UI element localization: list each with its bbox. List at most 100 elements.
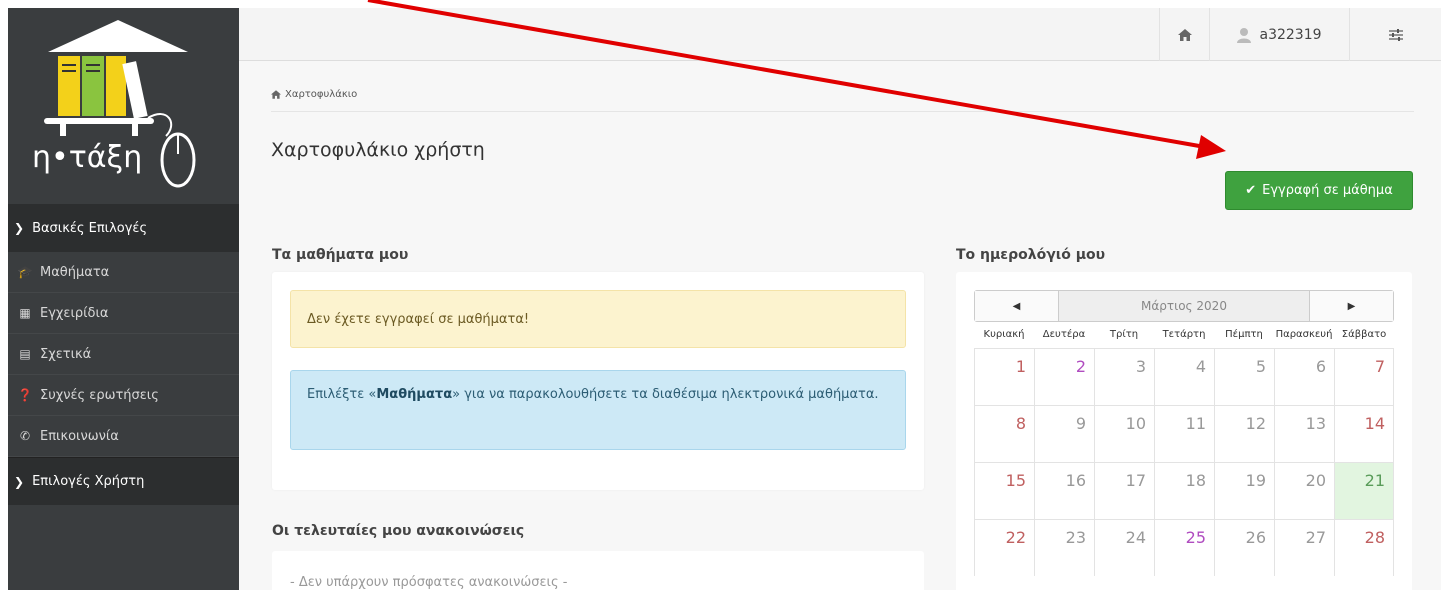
home-icon <box>1177 28 1192 41</box>
sidebar-item-label: Επικοινωνία <box>40 428 119 444</box>
breadcrumb-item[interactable]: Χαρτοφυλάκιο <box>285 89 357 100</box>
courses-heading: Τα μαθήματα μου <box>272 247 409 263</box>
sliders-icon <box>1388 28 1403 41</box>
card-icon: ▤ <box>19 347 31 361</box>
sidebar-item-label: Συχνές ερωτήσεις <box>40 387 159 403</box>
weekday-label: Σάββατο <box>1341 329 1387 340</box>
sidebar-item-about[interactable]: ▤ Σχετικά <box>8 334 239 375</box>
calendar-day[interactable]: 16 <box>1034 462 1094 519</box>
sidebar-item-faq[interactable]: ❓ Συχνές ερωτήσεις <box>8 375 239 416</box>
calendar-day[interactable]: 6 <box>1274 348 1334 405</box>
sidebar-item-courses[interactable]: 🎓 Μαθήματα <box>8 252 239 293</box>
calendar-heading: Το ημερολόγιό μου <box>956 247 1106 263</box>
section-user-options[interactable]: ❯ Επιλογές Χρήστη <box>8 457 239 505</box>
weekday-label: Κυριακή <box>983 329 1025 340</box>
calendar-month-title: Μάρτιος 2020 <box>1059 291 1309 321</box>
calendar-day[interactable]: 10 <box>1094 405 1154 462</box>
phone-icon: ✆ <box>19 429 31 443</box>
user-menu[interactable]: a322319 <box>1209 8 1349 61</box>
sidebar-item-manuals[interactable]: ▦ Εγχειρίδια <box>8 293 239 334</box>
calendar-day[interactable]: 15 <box>974 462 1034 519</box>
calendar-day[interactable]: 4 <box>1154 348 1214 405</box>
info-text-suffix: » για να παρακολουθήσετε τα διαθέσιμα ηλ… <box>452 387 879 402</box>
calendar-day[interactable]: 1 <box>974 348 1034 405</box>
sidebar: η•τάξη ❯ Βασικές Επιλογές 🎓 Μαθήματα ▦ Ε… <box>8 8 239 590</box>
section-basic-label: Βασικές Επιλογές <box>32 220 148 236</box>
calendar-day[interactable]: 8 <box>974 405 1034 462</box>
caret-right-icon: ▶ <box>1347 300 1356 312</box>
calendar-day[interactable]: 7 <box>1334 348 1394 405</box>
section-user-label: Επιλογές Χρήστη <box>32 474 145 489</box>
calendar-week-row: 15 16 17 18 19 20 21 <box>974 462 1394 519</box>
section-basic-options[interactable]: ❯ Βασικές Επιλογές <box>8 204 239 252</box>
home-button[interactable] <box>1159 8 1209 61</box>
user-icon <box>1237 27 1252 43</box>
check-icon: ✔ <box>1245 183 1257 198</box>
weekday-label: Τετάρτη <box>1162 329 1206 340</box>
calendar-day[interactable]: 11 <box>1154 405 1214 462</box>
calendar-week-row: 8 9 10 11 12 13 14 <box>974 405 1394 462</box>
calendar-day-today[interactable]: 21 <box>1334 462 1394 519</box>
main-content: Χαρτοφυλάκιο Χαρτοφυλάκιο χρήστη ✔ Εγγρα… <box>239 61 1441 590</box>
enroll-course-button[interactable]: ✔ Εγγραφή σε μάθημα <box>1225 171 1413 210</box>
courses-panel: Δεν έχετε εγγραφεί σε μαθήματα! Επιλέξτε… <box>272 272 924 490</box>
calendar-weekdays: Κυριακή Δευτέρα Τρίτη Τετάρτη Πέμπτη Παρ… <box>974 322 1394 348</box>
weekday-label: Πέμπτη <box>1225 329 1263 340</box>
calendar-prev-button[interactable]: ◀ <box>975 291 1059 321</box>
calendar-day[interactable]: 28 <box>1334 519 1394 576</box>
calendar-grid: 1 2 3 4 5 6 7 8 9 10 11 12 13 14 15 16 17 18 19 20 21 22 23 24 2… <box>974 348 1394 576</box>
calendar-day[interactable]: 24 <box>1094 519 1154 576</box>
calendar-week-row: 22 23 24 25 26 27 28 <box>974 519 1394 576</box>
calendar-day[interactable]: 18 <box>1154 462 1214 519</box>
sidebar-item-label: Σχετικά <box>40 346 92 362</box>
courses-link[interactable]: Μαθήματα <box>376 387 452 402</box>
breadcrumb: Χαρτοφυλάκιο <box>271 89 357 100</box>
info-text-prefix: Επιλέξτε « <box>307 387 377 402</box>
question-circle-icon: ❓ <box>17 388 33 402</box>
no-courses-alert: Δεν έχετε εγγραφεί σε μαθήματα! <box>290 290 906 348</box>
sidebar-item-label: Μαθήματα <box>40 264 110 280</box>
no-announcements-text: - Δεν υπάρχουν πρόσφατες ανακοινώσεις - <box>290 575 568 590</box>
home-icon <box>271 90 281 99</box>
logo[interactable]: η•τάξη <box>8 8 239 204</box>
calendar-next-button[interactable]: ▶ <box>1309 291 1393 321</box>
calendar-day[interactable]: 23 <box>1034 519 1094 576</box>
calendar-day[interactable]: 14 <box>1334 405 1394 462</box>
calendar-day[interactable]: 27 <box>1274 519 1334 576</box>
calendar-day[interactable]: 2 <box>1034 348 1094 405</box>
calendar-day[interactable]: 3 <box>1094 348 1154 405</box>
calendar-day[interactable]: 9 <box>1034 405 1094 462</box>
divider <box>271 111 1414 112</box>
sidebar-item-contact[interactable]: ✆ Επικοινωνία <box>8 416 239 457</box>
username: a322319 <box>1259 26 1322 43</box>
top-bar: a322319 <box>239 8 1441 61</box>
calendar-day[interactable]: 12 <box>1214 405 1274 462</box>
weekday-label: Δευτέρα <box>1042 329 1086 340</box>
announcements-heading: Οι τελευταίες μου ανακοινώσεις <box>272 523 525 539</box>
weekday-label: Τρίτη <box>1109 329 1139 340</box>
calendar-day[interactable]: 13 <box>1274 405 1334 462</box>
calendar-day[interactable]: 26 <box>1214 519 1274 576</box>
announcements-panel: - Δεν υπάρχουν πρόσφατες ανακοινώσεις - <box>272 551 924 590</box>
sidebar-item-label: Εγχειρίδια <box>40 305 109 321</box>
caret-left-icon: ◀ <box>1012 300 1021 312</box>
settings-button[interactable] <box>1349 8 1441 61</box>
calendar-day[interactable]: 17 <box>1094 462 1154 519</box>
calendar-day[interactable]: 19 <box>1214 462 1274 519</box>
weekday-label: Παρασκευή <box>1275 329 1333 340</box>
calendar-day[interactable]: 22 <box>974 519 1034 576</box>
calendar-day[interactable]: 20 <box>1274 462 1334 519</box>
chevron-right-icon: ❯ <box>14 474 25 489</box>
info-alert: Επιλέξτε «Μαθήματα» για να παρακολουθήσε… <box>290 370 906 450</box>
calendar-panel: ◀ Μάρτιος 2020 ▶ Κυριακή Δευτέρα Τρίτη Τ… <box>956 272 1412 590</box>
chevron-down-icon: ❯ <box>14 221 25 235</box>
calendar-header: ◀ Μάρτιος 2020 ▶ <box>974 290 1394 322</box>
graduation-cap-icon: 🎓 <box>17 265 33 279</box>
calendar-day[interactable]: 25 <box>1154 519 1214 576</box>
calendar-day[interactable]: 5 <box>1214 348 1274 405</box>
page-title: Χαρτοφυλάκιο χρήστη <box>271 139 485 161</box>
enroll-button-label: Εγγραφή σε μάθημα <box>1262 183 1393 198</box>
calendar-week-row: 1234567 <box>974 348 1394 405</box>
document-icon: ▦ <box>19 306 31 320</box>
logo-text: η•τάξη <box>32 140 143 175</box>
